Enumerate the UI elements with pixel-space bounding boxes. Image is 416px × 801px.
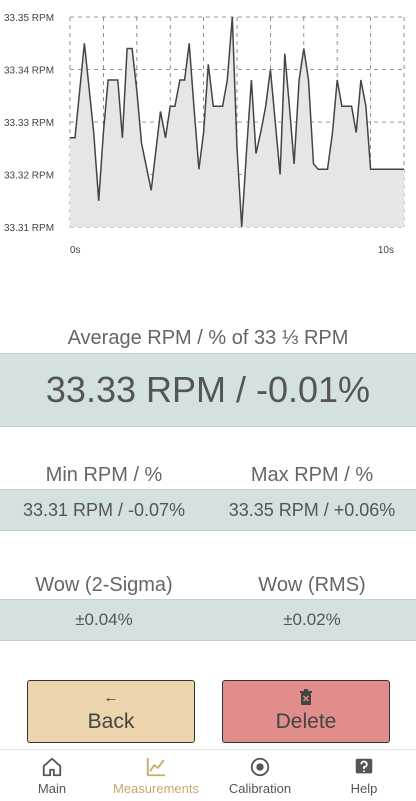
max-label: Max RPM / % xyxy=(250,464,374,486)
x-tick-label: 10s xyxy=(378,245,394,256)
back-button-label: Back xyxy=(87,709,135,733)
y-tick-label: 33.31 RPM xyxy=(4,223,54,234)
wow-rms-label: Wow (RMS) xyxy=(258,574,366,596)
y-tick-label: 33.33 RPM xyxy=(4,118,54,129)
y-tick-label: 33.35 RPM xyxy=(4,13,54,24)
y-tick-label: 33.32 RPM xyxy=(4,171,54,182)
wow-2sigma-label: Wow (2-Sigma) xyxy=(35,574,173,596)
nav-measurements[interactable]: Measurements xyxy=(104,750,208,801)
nav-calibration[interactable]: Calibration xyxy=(208,750,312,801)
max-value: 33.35 RPM / +0.06% xyxy=(228,499,396,520)
min-value: 33.31 RPM / -0.07% xyxy=(22,499,186,520)
bottom-navigation: Main Measurements Calibration Help xyxy=(0,749,416,801)
nav-help-label: Help xyxy=(350,780,378,796)
target-icon xyxy=(250,757,270,776)
home-icon xyxy=(42,757,62,776)
help-icon xyxy=(355,758,373,773)
average-label: Average RPM / % of 33 ⅓ RPM xyxy=(67,327,349,349)
rpm-chart: 33.35 RPM 33.34 RPM 33.33 RPM 33.32 RPM 33.3… xyxy=(4,13,405,256)
average-value: 33.33 RPM / -0.01% xyxy=(0,353,416,427)
arrow-left-icon: ← xyxy=(103,688,119,706)
trash-icon xyxy=(300,689,312,705)
nav-help[interactable]: Help xyxy=(312,750,416,801)
nav-main-label: Main xyxy=(37,780,67,796)
x-tick-label: 0s xyxy=(70,245,81,256)
delete-button[interactable]: Delete xyxy=(222,680,390,743)
delete-button-label: Delete xyxy=(275,710,337,733)
min-label: Min RPM / % xyxy=(45,464,163,486)
chart-line-icon xyxy=(146,757,166,776)
back-button[interactable]: ← Back xyxy=(27,680,195,743)
nav-main[interactable]: Main xyxy=(0,750,104,801)
nav-calibration-label: Calibration xyxy=(228,780,292,796)
wow-2sigma-value: ±0.04% xyxy=(75,610,133,629)
y-tick-label: 33.34 RPM xyxy=(4,66,54,77)
nav-measurements-label: Measurements xyxy=(113,780,199,796)
wow-rms-value: ±0.02% xyxy=(283,610,341,629)
